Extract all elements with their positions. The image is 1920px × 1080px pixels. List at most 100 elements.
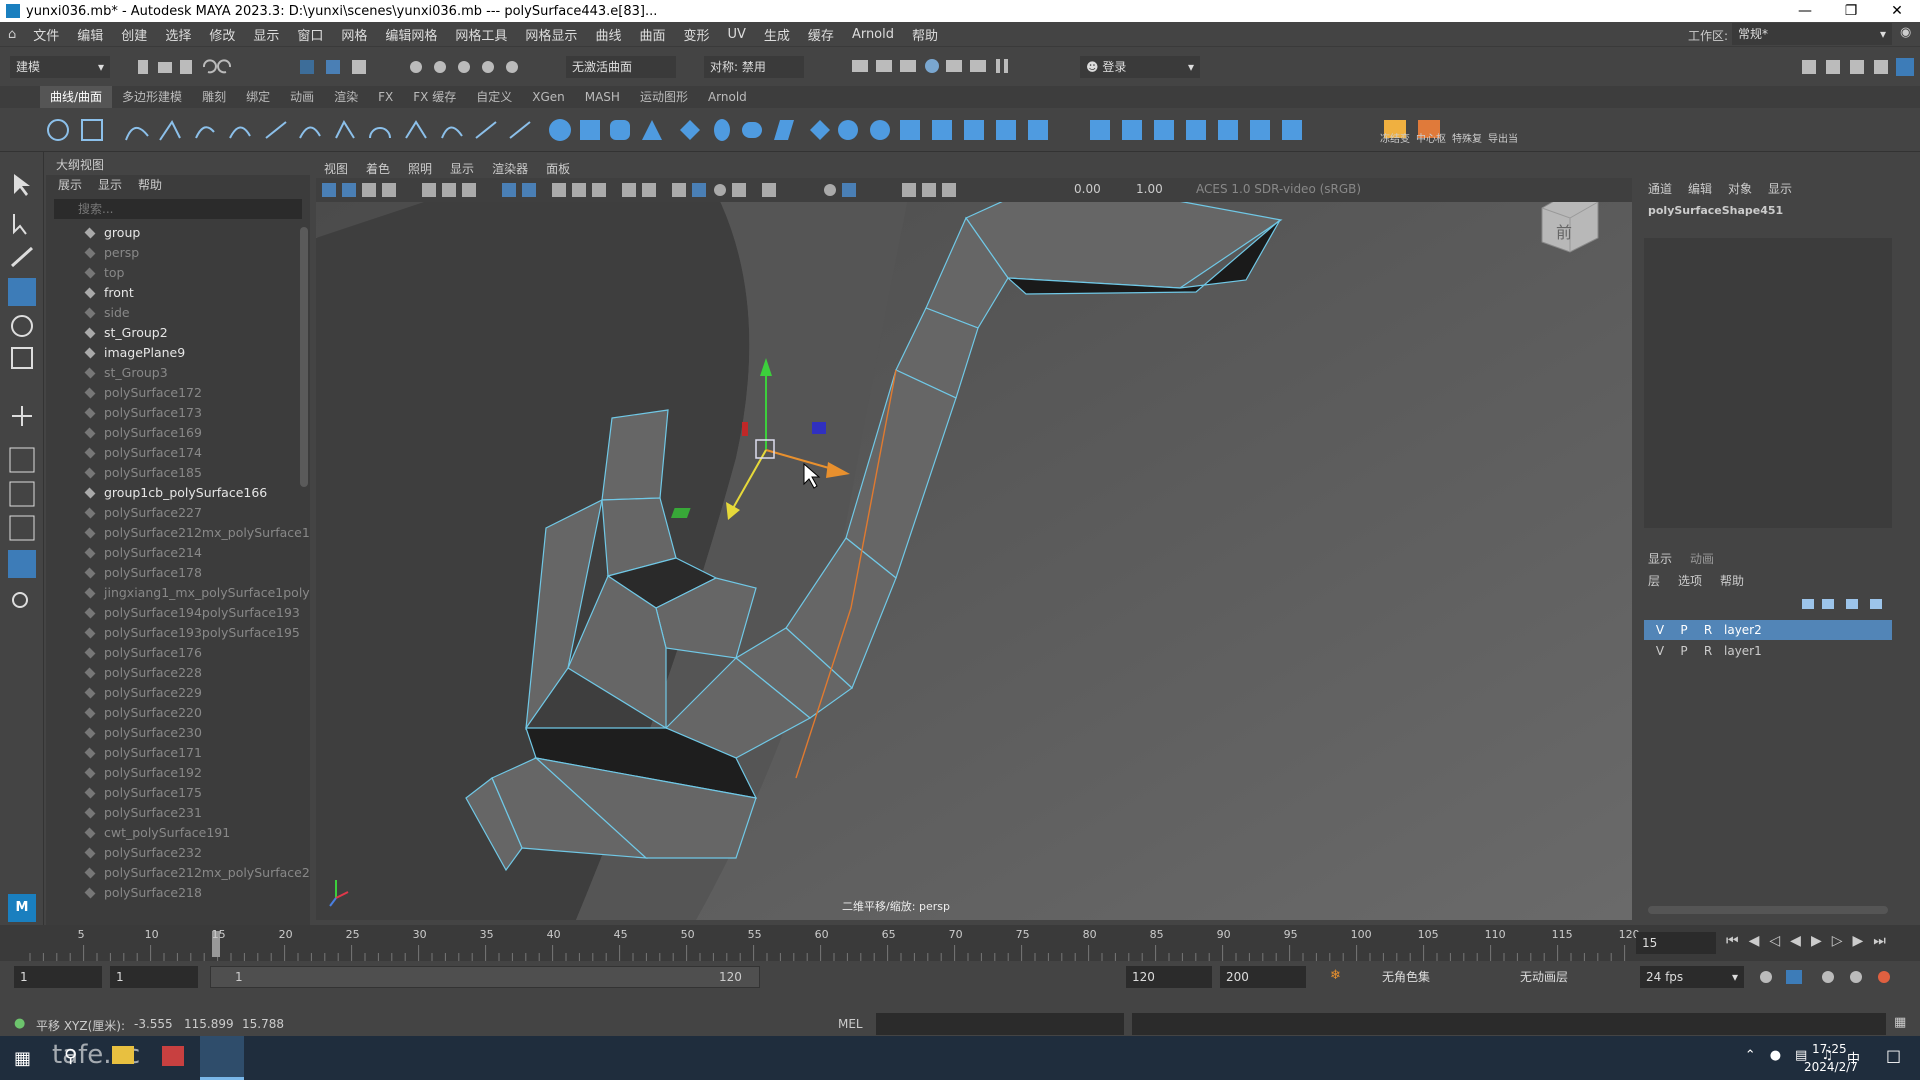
outliner-item[interactable]: polySurface230 <box>46 723 310 743</box>
outliner-menu-show[interactable]: 展示 <box>58 175 82 195</box>
restore-button[interactable]: ❐ <box>1828 0 1874 22</box>
gamma-value[interactable]: 1.00 <box>1136 182 1163 196</box>
outliner-item[interactable]: polySurface220 <box>46 703 310 723</box>
clock-time[interactable]: 17:25 <box>1812 1042 1847 1056</box>
anim-start-field[interactable]: 1 <box>110 966 198 988</box>
step-forward-frame-icon[interactable]: ▷ <box>1832 933 1843 949</box>
menu-mesh[interactable]: 网格 <box>332 25 376 44</box>
outliner-item[interactable]: polySurface178 <box>46 563 310 583</box>
toolbox-icons[interactable] <box>6 170 40 830</box>
layer-toggle-v[interactable]: V <box>1652 620 1668 640</box>
vp-menu-shading[interactable]: 着色 <box>366 160 390 177</box>
app-icon[interactable] <box>162 1046 184 1066</box>
outliner-item[interactable]: top <box>46 263 310 283</box>
shelf-tab-curves[interactable]: 曲线/曲面 <box>40 86 113 108</box>
menu-display[interactable]: 显示 <box>244 25 288 44</box>
outliner-item[interactable]: st_Group2 <box>46 323 310 343</box>
menu-mesh-display[interactable]: 网格显示 <box>516 25 586 44</box>
outliner-item[interactable]: polySurface228 <box>46 663 310 683</box>
outliner-item[interactable]: polySurface175 <box>46 783 310 803</box>
vp-menu-show[interactable]: 显示 <box>450 160 474 177</box>
render-tool-icons[interactable] <box>850 57 1050 77</box>
maya-badge-icon[interactable]: M <box>8 894 36 922</box>
shelf-tab-xgen[interactable]: XGen <box>522 86 575 108</box>
file-explorer-icon[interactable] <box>112 1046 134 1064</box>
shelf-tab-rigging[interactable]: 绑定 <box>236 86 280 108</box>
outliner-item[interactable]: polySurface185 <box>46 463 310 483</box>
play-back-icon[interactable]: ◀ <box>1790 933 1801 949</box>
minimize-button[interactable]: — <box>1782 0 1828 22</box>
script-editor-icon[interactable]: ▦ <box>1894 1015 1906 1030</box>
menu-edit-mesh[interactable]: 编辑网格 <box>376 25 446 44</box>
outliner-item[interactable]: polySurface172 <box>46 383 310 403</box>
live-surface-field[interactable]: 无激活曲面 <box>566 56 676 78</box>
cb-menu-channels[interactable]: 通道 <box>1648 180 1672 197</box>
step-forward-key-icon[interactable]: ▶ <box>1853 933 1864 949</box>
menu-modify[interactable]: 修改 <box>200 25 244 44</box>
shelf-tab-fx[interactable]: FX <box>368 86 403 108</box>
menu-curves[interactable]: 曲线 <box>586 25 630 44</box>
status-tool-icons[interactable] <box>130 57 560 77</box>
tray-chevron-icon[interactable]: ⌃ <box>1745 1048 1756 1067</box>
outliner-item[interactable]: imagePlane9 <box>46 343 310 363</box>
vp-menu-panels[interactable]: 面板 <box>546 160 570 177</box>
current-frame-field[interactable]: 15 <box>1636 932 1716 954</box>
mel-input[interactable] <box>876 1013 1124 1035</box>
cb-menu-edit[interactable]: 编辑 <box>1688 180 1712 197</box>
script-language[interactable]: MEL <box>838 1017 863 1031</box>
outliner-item[interactable]: polySurface171 <box>46 743 310 763</box>
start-time-field[interactable]: 1 <box>14 966 102 988</box>
home-icon[interactable]: ⌂ <box>0 27 24 42</box>
layer-row[interactable]: V P Rlayer1 <box>1644 641 1892 661</box>
outliner-item[interactable]: polySurface212mx_polySurface2 <box>46 863 310 883</box>
step-back-frame-icon[interactable]: ◁ <box>1769 933 1780 949</box>
anim-end-field[interactable]: 200 <box>1220 966 1306 988</box>
layer-menu-options[interactable]: 选项 <box>1678 572 1702 589</box>
shelf-tab-rendering[interactable]: 渲染 <box>324 86 368 108</box>
layer-tool-icons[interactable] <box>1800 596 1890 612</box>
fps-dropdown[interactable]: 24 fps ▾ <box>1640 966 1744 988</box>
layer-row[interactable]: V P Rlayer2 <box>1644 620 1892 640</box>
outliner-item[interactable]: persp <box>46 243 310 263</box>
step-back-key-icon[interactable]: ◀ <box>1749 933 1760 949</box>
outliner-item[interactable]: polySurface193polySurface195 <box>46 623 310 643</box>
exposure-value[interactable]: 0.00 <box>1074 182 1101 196</box>
lock-icon[interactable]: ◉ <box>1900 25 1911 40</box>
layer-toggle-r[interactable]: R <box>1700 620 1716 640</box>
panel-toggle-icons[interactable] <box>1800 57 1916 77</box>
layer-menu-help[interactable]: 帮助 <box>1720 572 1744 589</box>
go-to-start-icon[interactable]: ⏮ <box>1726 933 1739 949</box>
outliner-scrollbar[interactable] <box>300 227 308 487</box>
outliner-item[interactable]: polySurface232 <box>46 843 310 863</box>
outliner-item[interactable]: cwt_polySurface191 <box>46 823 310 843</box>
microphone-icon[interactable]: ● <box>1770 1048 1781 1067</box>
menu-mesh-tools[interactable]: 网格工具 <box>446 25 516 44</box>
outliner-item[interactable]: polySurface176 <box>46 643 310 663</box>
menu-arnold[interactable]: Arnold <box>843 27 903 42</box>
outliner-item[interactable]: polySurface173 <box>46 403 310 423</box>
shelf-tab-animation[interactable]: 动画 <box>280 86 324 108</box>
workspace-dropdown[interactable]: 常规* ▾ <box>1732 23 1892 45</box>
outliner-item[interactable]: group <box>46 223 310 243</box>
outliner-item[interactable]: polySurface229 <box>46 683 310 703</box>
layer-tab-display[interactable]: 显示 <box>1648 550 1672 567</box>
outliner-item[interactable]: polySurface192 <box>46 763 310 783</box>
maya-taskbar-icon[interactable] <box>200 1036 244 1080</box>
vp-menu-view[interactable]: 视图 <box>324 160 348 177</box>
clock-date[interactable]: 2024/2/7 <box>1804 1060 1858 1074</box>
shelf-tab-sculpt[interactable]: 雕刻 <box>192 86 236 108</box>
time-slider[interactable]: 5 10 15 20 25 30 35 40 45 50 55 60 65 70 75 80 85 90 95 100… <box>0 925 1920 961</box>
start-button-icon[interactable]: ▦ <box>14 1048 31 1069</box>
menu-surfaces[interactable]: 曲面 <box>630 25 674 44</box>
layer-toggle-v[interactable]: V <box>1652 641 1668 661</box>
menu-create[interactable]: 创建 <box>112 25 156 44</box>
viewport-canvas[interactable]: 前 二维平移/缩放: persp <box>316 158 1632 920</box>
shelf-tab-motion-graphics[interactable]: 运动图形 <box>630 86 698 108</box>
taskbar-search-icon[interactable]: ⚲ <box>64 1046 77 1067</box>
close-button[interactable]: ✕ <box>1874 0 1920 22</box>
shelf-tool-icons[interactable] <box>44 116 1564 146</box>
outliner-item[interactable]: polySurface214 <box>46 543 310 563</box>
menu-edit[interactable]: 编辑 <box>68 25 112 44</box>
character-set-dropdown[interactable]: 无角色集 <box>1376 966 1500 988</box>
login-dropdown[interactable]: ☻ 登录 ▾ <box>1080 56 1200 78</box>
